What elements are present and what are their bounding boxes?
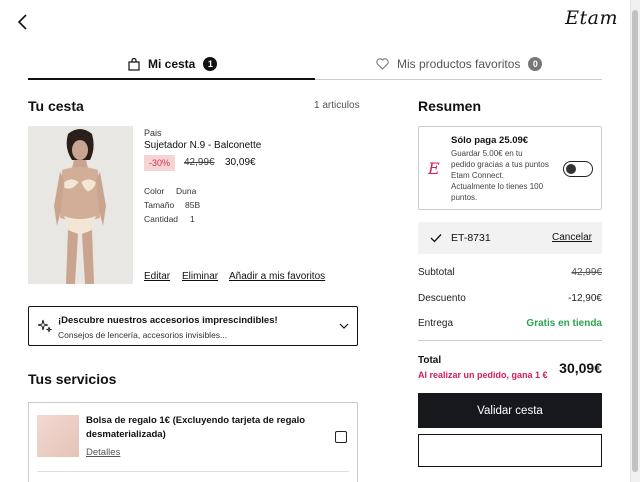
gift-bag-image (37, 415, 79, 457)
heart-icon (376, 58, 389, 70)
gift-bag-checkbox[interactable] (335, 431, 347, 443)
original-price: 42,99€ (184, 157, 215, 168)
subtotal-value: 42,99€ (571, 267, 602, 278)
remove-link[interactable]: Eliminar (182, 271, 218, 282)
tab-favorites-label: Mis productos favoritos (397, 57, 521, 71)
quantity-value: 1 (190, 214, 195, 224)
loyalty-title: Sólo paga 25.09€ (451, 135, 529, 146)
chevron-down-icon[interactable] (339, 322, 349, 330)
size-value: 85B (185, 200, 201, 210)
cart-count-badge: 1 (203, 57, 218, 71)
product-name[interactable]: Sujetador N.9 - Balconette (144, 140, 261, 151)
color-value: Duna (176, 186, 197, 196)
color-label: Color (144, 186, 165, 196)
discount-label: Descuento (418, 293, 466, 304)
tab-divider (315, 79, 602, 80)
current-price: 30,09€ (225, 157, 256, 168)
quantity-label: Cantidad (144, 214, 179, 224)
cart-item-count: 1 articulos (314, 100, 360, 111)
favorites-count-badge: 0 (528, 57, 543, 71)
product-category: Pais (144, 128, 162, 138)
gift-bag-service: Bolsa de regalo 1€ (Excluyendo tarjeta d… (28, 402, 358, 482)
summary-divider (418, 340, 602, 341)
loyalty-text-4: Actualmente lo tienes 100 (451, 182, 544, 191)
toggle-knob (566, 163, 576, 174)
accessories-subtitle: Consejos de lencería, accesorios invisib… (58, 330, 228, 340)
delivery-value: Gratis en tienda (526, 318, 602, 329)
gift-bag-name-line2: desmaterializada) (86, 429, 166, 440)
scrollbar-thumb[interactable] (632, 10, 638, 472)
loyalty-text-1: Guardar 5.00€ en tu (451, 149, 523, 158)
delivery-label: Entrega (418, 318, 454, 329)
promo-code-row: ET-8731 Cancelar (418, 222, 602, 254)
loyalty-text-5: puntos. (451, 193, 478, 202)
back-arrow-icon[interactable] (16, 13, 30, 31)
etam-logo[interactable]: Etam (565, 7, 618, 29)
etam-connect-logo-icon: E (428, 159, 440, 178)
cart-tabs: Mi cesta 1 Mis productos favoritos 0 (28, 50, 602, 80)
checkmark-icon (430, 233, 442, 243)
size-label: Tamaño (144, 200, 175, 210)
checkout-button[interactable]: Validar cesta (418, 393, 602, 428)
tab-favorites[interactable]: Mis productos favoritos 0 (376, 50, 543, 78)
promo-code-value: ET-8731 (451, 232, 491, 244)
discount-value: -12,90€ (568, 293, 602, 304)
tab-cart[interactable]: Mi cesta 1 (128, 50, 218, 78)
accessories-banner[interactable]: ¡Descubre nuestros accesorios imprescind… (28, 306, 358, 346)
subtotal-label: Subtotal (418, 267, 455, 278)
loyalty-points-toggle[interactable] (563, 161, 593, 177)
secondary-payment-button[interactable] (418, 434, 602, 467)
active-tab-indicator (28, 78, 315, 80)
discount-badge: -30% (144, 155, 176, 171)
service-divider (37, 471, 349, 472)
edit-link[interactable]: Editar (144, 271, 170, 282)
loyalty-text-2: pedido gracias a tus puntos (451, 160, 549, 169)
sparkles-icon (38, 319, 52, 333)
summary-title: Resumen (418, 98, 482, 114)
gift-bag-name-line1: Bolsa de regalo 1€ (Excluyendo tarjeta d… (86, 415, 306, 426)
gift-bag-details-link[interactable]: Detalles (86, 447, 120, 458)
accessories-title: ¡Descubre nuestros accesorios imprescind… (58, 315, 278, 326)
tab-cart-label: Mi cesta (148, 57, 196, 71)
total-label: Total (418, 355, 442, 366)
total-reward-note: Al realizar un pedido, gana 1 € (418, 370, 548, 380)
add-to-favorites-link[interactable]: Añadir a mis favoritos (229, 271, 325, 282)
cancel-promo-link[interactable]: Cancelar (552, 232, 592, 243)
cart-title: Tu cesta (28, 98, 84, 114)
services-title: Tus servicios (28, 371, 117, 387)
product-image[interactable] (28, 126, 133, 284)
shopping-bag-icon (128, 57, 140, 71)
loyalty-card: E Sólo paga 25.09€ Guardar 5.00€ en tu p… (418, 126, 602, 210)
loyalty-text-3: Etam Connect. (451, 171, 504, 180)
total-value: 30,09€ (559, 360, 602, 376)
